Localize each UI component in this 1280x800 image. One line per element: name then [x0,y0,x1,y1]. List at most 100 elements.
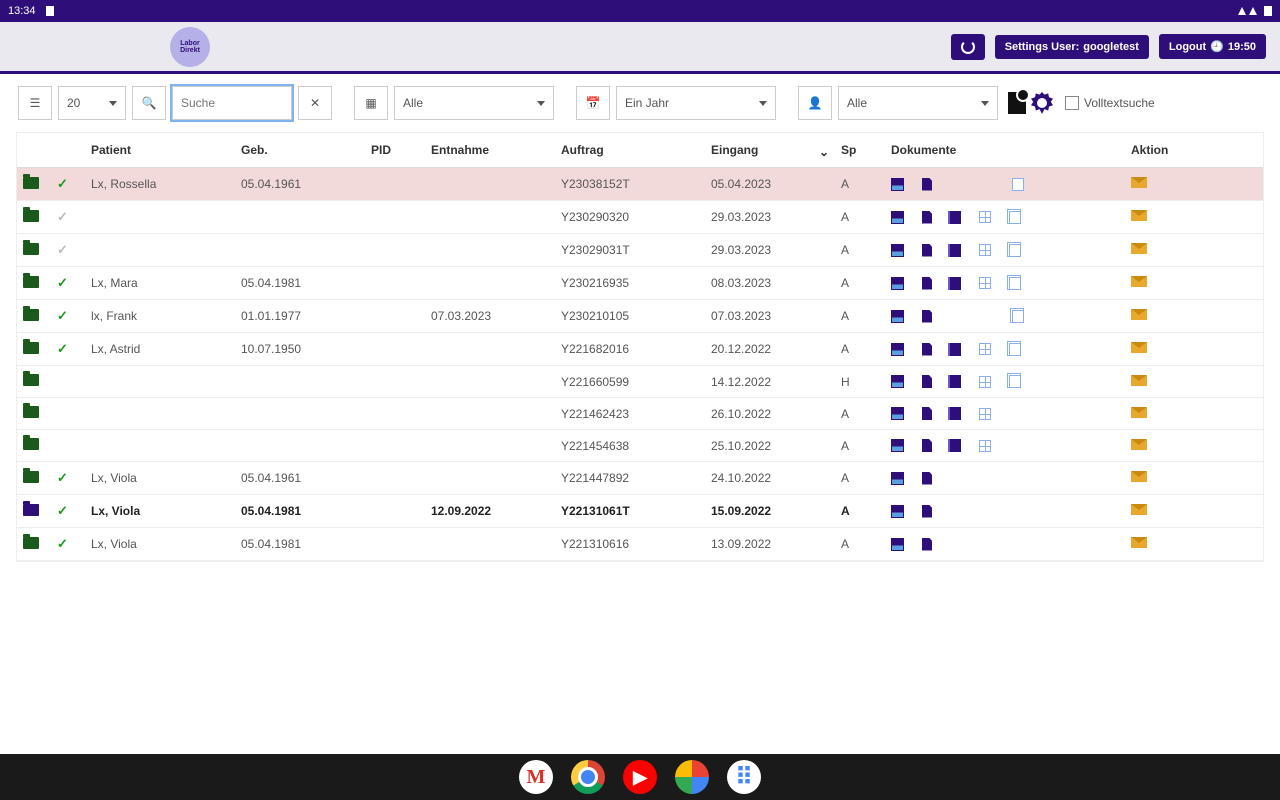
copy-doc-icon[interactable] [1009,277,1021,290]
photos-app-icon[interactable] [675,760,709,794]
copy-doc-icon[interactable] [1009,375,1021,388]
table-row[interactable]: ✓Lx, Astrid10.07.1950Y22168201620.12.202… [17,333,1263,366]
grid-doc-icon[interactable] [979,343,991,355]
user-icon-button[interactable]: 👤 [798,86,832,120]
mail-action-icon[interactable] [1131,471,1147,482]
book-doc-icon[interactable] [950,211,961,224]
fulltext-toggle[interactable]: Volltextsuche [1065,96,1155,110]
table-row[interactable]: ✓Y23029031T29.03.2023A [17,234,1263,267]
file-doc-icon[interactable] [922,439,932,452]
mail-action-icon[interactable] [1131,309,1147,320]
image-doc-icon[interactable] [891,472,904,485]
mail-action-icon[interactable] [1131,342,1147,353]
folder-icon[interactable] [23,374,39,386]
file-doc-icon[interactable] [922,375,932,388]
image-doc-icon[interactable] [891,439,904,452]
mail-action-icon[interactable] [1131,407,1147,418]
image-doc-icon[interactable] [891,244,904,257]
image-doc-icon[interactable] [891,375,904,388]
folder-icon[interactable] [23,177,39,189]
folder-icon[interactable] [23,504,39,516]
image-doc-icon[interactable] [891,343,904,356]
grid-doc-icon[interactable] [979,211,991,223]
chrome-app-icon[interactable] [571,760,605,794]
date-range-select[interactable]: Ein Jahr [616,86,776,120]
book-doc-icon[interactable] [950,407,961,420]
book-doc-icon[interactable] [950,343,961,356]
col-eingang[interactable]: Eingang⌄ [705,133,835,168]
col-geb[interactable]: Geb. [235,133,365,168]
grid-doc-icon[interactable] [979,277,991,289]
image-doc-icon[interactable] [891,505,904,518]
list-view-button[interactable]: ☰ [18,86,52,120]
refresh-button[interactable] [951,34,985,60]
grid-doc-icon[interactable] [979,440,991,452]
copy-doc-icon[interactable] [1009,343,1021,356]
image-doc-icon[interactable] [891,310,904,323]
search-input[interactable] [181,96,283,110]
col-entnahme[interactable]: Entnahme [425,133,555,168]
type-filter-select[interactable]: Alle [394,86,554,120]
file-doc-icon[interactable] [922,407,932,420]
folder-icon[interactable] [23,210,39,222]
mail-action-icon[interactable] [1131,375,1147,386]
new-document-icon[interactable] [1008,92,1026,114]
table-row[interactable]: Y22146242326.10.2022A [17,398,1263,430]
user-filter-select[interactable]: Alle [838,86,998,120]
col-dokumente[interactable]: Dokumente [885,133,1125,168]
file-doc-icon[interactable] [922,472,932,485]
settings-gear-icon[interactable] [1031,92,1053,114]
page-size-select[interactable]: 20 [58,86,126,120]
file-doc-icon[interactable] [922,244,932,257]
mail-action-icon[interactable] [1131,276,1147,287]
col-pid[interactable]: PID [365,133,425,168]
grid-doc-icon[interactable] [979,244,991,256]
mail-action-icon[interactable] [1131,243,1147,254]
file-doc-icon[interactable] [922,178,932,191]
table-row[interactable]: ✓Lx, Mara05.04.1981Y23021693508.03.2023A [17,267,1263,300]
book-doc-icon[interactable] [950,375,961,388]
table-row[interactable]: ✓Y23029032029.03.2023A [17,201,1263,234]
image-doc-icon[interactable] [891,178,904,191]
settings-user-button[interactable]: Settings User: googletest [995,35,1149,59]
file-doc-icon[interactable] [922,310,932,323]
mail-action-icon[interactable] [1131,210,1147,221]
grid-doc-icon[interactable] [979,376,991,388]
table-row[interactable]: ✓Lx, Viola05.04.1961Y22144789224.10.2022… [17,462,1263,495]
folder-icon[interactable] [23,406,39,418]
folder-icon[interactable] [23,471,39,483]
folder-icon[interactable] [23,342,39,354]
book-doc-icon[interactable] [950,277,961,290]
app-drawer-icon[interactable] [727,760,761,794]
col-patient[interactable]: Patient [85,133,235,168]
table-row[interactable]: ✓Lx, Viola05.04.198112.09.2022Y22131061T… [17,495,1263,528]
table-row[interactable]: ✓Lx, Rossella05.04.1961Y23038152T05.04.2… [17,168,1263,201]
folder-icon[interactable] [23,537,39,549]
grid-doc-icon[interactable] [979,408,991,420]
mail-action-icon[interactable] [1131,439,1147,450]
folder-icon[interactable] [23,309,39,321]
logout-button[interactable]: Logout 🕘 19:50 [1159,34,1266,59]
file-doc-icon[interactable] [922,211,932,224]
book-doc-icon[interactable] [950,439,961,452]
image-doc-icon[interactable] [891,538,904,551]
table-row[interactable]: ✓lx, Frank01.01.197707.03.2023Y230210105… [17,300,1263,333]
clear-search-button[interactable]: ✕ [298,86,332,120]
image-doc-icon[interactable] [891,407,904,420]
col-aktion[interactable]: Aktion [1125,133,1263,168]
table-row[interactable]: Y22166059914.12.2022H [17,366,1263,398]
table-row[interactable]: ✓Lx, Viola05.04.1981Y22131061613.09.2022… [17,528,1263,561]
col-sp[interactable]: Sp [835,133,885,168]
copy-doc-icon[interactable] [1009,211,1021,224]
search-icon-button[interactable]: 🔍 [132,86,166,120]
copy-doc-icon[interactable] [1012,310,1024,323]
filter-type-icon[interactable]: ▦ [354,86,388,120]
folder-icon[interactable] [23,243,39,255]
gmail-app-icon[interactable]: M [519,760,553,794]
image-doc-icon[interactable] [891,277,904,290]
mail-action-icon[interactable] [1131,504,1147,515]
table-row[interactable]: Y22145463825.10.2022A [17,430,1263,462]
copy-doc-icon[interactable] [1009,244,1021,257]
book-doc-icon[interactable] [950,244,961,257]
file-doc-icon[interactable] [922,505,932,518]
